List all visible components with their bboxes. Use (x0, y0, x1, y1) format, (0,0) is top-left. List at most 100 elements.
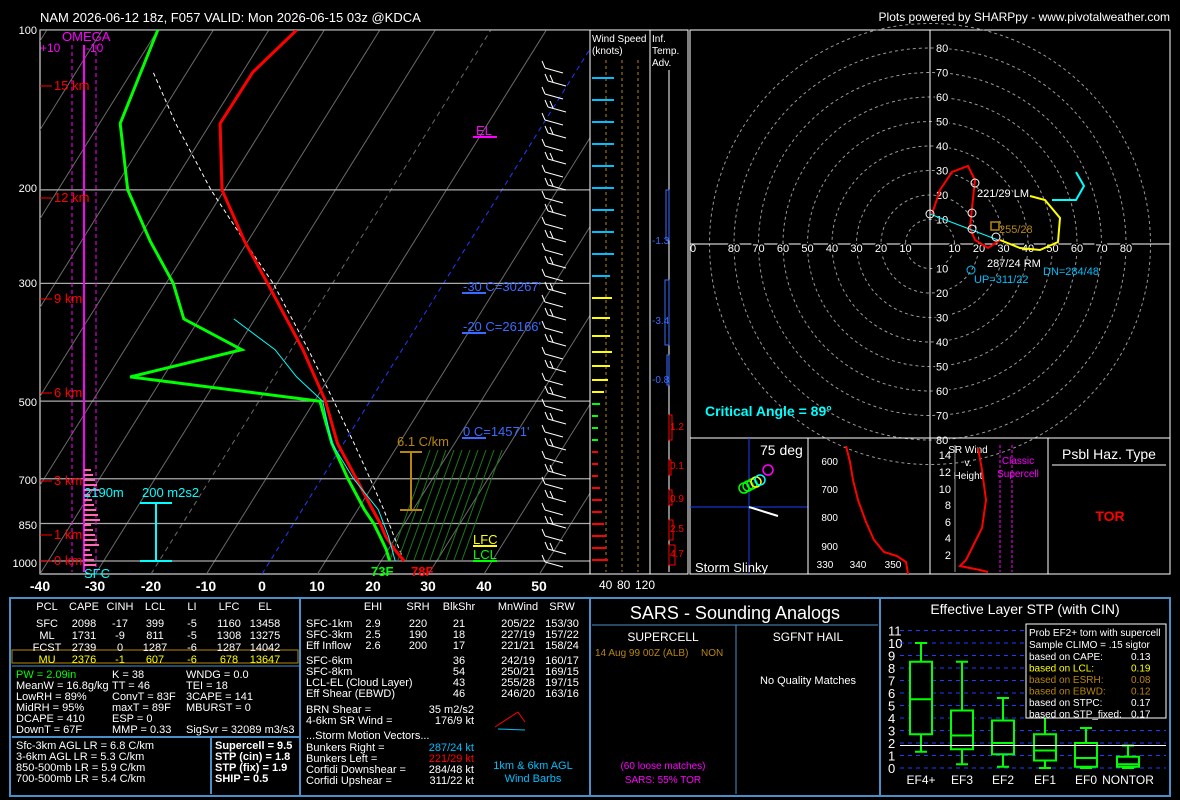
srwind-title: Height (954, 471, 983, 482)
temp-label: 50 (531, 578, 547, 594)
wind-barb (541, 502, 564, 516)
omega-minus-tick: -10 (86, 41, 104, 55)
temp-label: -40 (30, 578, 50, 594)
parcel-cell: -6 (187, 642, 197, 654)
kin-row-label: Eff Inflow (306, 640, 351, 652)
wetbulb-profile (233, 318, 396, 562)
sfc-label: SFC (84, 566, 110, 581)
height-label: 3 km (54, 473, 82, 488)
parcel-header: CAPE (69, 601, 99, 613)
srwind-h-label: 2 (945, 550, 951, 562)
kin-header: MnWind (498, 601, 538, 613)
wind-barbs (541, 60, 567, 568)
isotherm-line (483, 403, 590, 574)
parcel-cell: 13647 (250, 654, 281, 666)
temp-advection-panel: Inf. Temp. Adv. -1.3 -3.4 -0.8 1.2 0.1 0… (649, 29, 689, 575)
parcel-cell: -5 (187, 618, 197, 630)
prob-value: 0.12 (1131, 687, 1151, 698)
hodo-ring-label-w: 60 (777, 243, 789, 255)
left-mover-label: 221/29 LM (977, 188, 1029, 200)
adv-value: 0.1 (670, 461, 684, 472)
wind-speed-title: Wind Speed (592, 34, 646, 45)
thermo-value: MMP = 0.33 (112, 724, 171, 736)
prob-label: based on STPC: (1029, 698, 1102, 709)
wind-barb (541, 60, 564, 74)
ws-tick: 120 (635, 578, 655, 592)
thermo-value: SigSvr = 32089 m3/s3 (186, 724, 295, 736)
barb-label: Wind Barbs (505, 773, 562, 785)
parcel-cell: MU (38, 654, 55, 666)
temp-label: 0 (258, 578, 266, 594)
parcel-cell: 1287 (143, 642, 167, 654)
wind-barb (541, 216, 564, 230)
hodo-ring-label-w: 20 (875, 243, 887, 255)
hodo-ring-label-s: 50 (936, 362, 948, 374)
parcel-cell: -1 (115, 654, 125, 666)
pressure-label: 700 (19, 475, 37, 487)
hodo-ring-label-s: 60 (936, 386, 948, 398)
bottom-tables: PCL CAPE CINH LCL LI LFC EL SFC 2098 -17 399 -5 1160… (9, 597, 591, 797)
srwind-title: v. (964, 458, 971, 469)
iso-label-minus20: -20 C=26166' (463, 319, 541, 334)
hodo-ring-label-w: 70 (752, 243, 764, 255)
hazard-value: TOR (1095, 508, 1124, 524)
prob-value: 0.08 (1131, 675, 1151, 686)
isotherm-line (150, 30, 492, 574)
sr-wind-panel: SR Wind v. Height Classic Supercell 14 1… (929, 437, 1049, 575)
kin-header: SRH (406, 601, 429, 613)
parcel-header: CINH (107, 601, 134, 613)
wind-barb (544, 255, 567, 269)
temp-label: 20 (365, 578, 381, 594)
prob-climo: Sample CLIMO = .15 sigtor (1029, 640, 1151, 651)
hodo-ring-label-s: 40 (936, 337, 948, 349)
hodo-ring-label-s: 10 (936, 264, 948, 276)
pressure-label: 1000 (13, 558, 37, 570)
dewpoint-profile (118, 30, 392, 562)
thermo-indices: PW = 2.09inMeanW = 16.8g/kgLowRH = 89%Mi… (16, 669, 295, 785)
wind-barb (541, 528, 564, 542)
stp-category: EF3 (951, 773, 973, 787)
kin-header: EHI (364, 601, 382, 613)
temp-label: -20 (141, 578, 161, 594)
hodo-ring-label-w: 10 (899, 243, 911, 255)
header-title: NAM 2026-06-12 18z, F057 VALID: Mon 2026… (40, 10, 421, 25)
lapse-rate-label: 6.1 C/km (397, 434, 449, 449)
hodo-ring-label-e: 30 (997, 243, 1009, 255)
sars-match-type: NON (701, 648, 723, 659)
slinky-circle (762, 464, 774, 476)
ws-tick: 80 (617, 578, 631, 592)
sfc-temperature: 78F (411, 564, 433, 579)
isotherm-line (428, 314, 590, 574)
hodo-ring-label-w: 40 (826, 243, 838, 255)
upshear-label: UP=311/22 (974, 274, 1029, 286)
height-label: 15 km (54, 78, 89, 93)
theta-e-panel: 600 700 800 900 330 340 350 (807, 437, 931, 575)
lcl-label: LCL (473, 547, 497, 562)
prob-label: based on CAPE: (1029, 652, 1103, 663)
sars-panel: SARS - Sounding Analogs SUPERCELL SGFNT … (589, 597, 881, 797)
sars-hail-title: SGFNT HAIL (773, 630, 844, 644)
prob-value: 0.17 (1131, 710, 1151, 721)
parcel-cell: 1287 (217, 642, 241, 654)
parcel-cell: 14042 (250, 642, 281, 654)
lapse-hatch (397, 449, 439, 561)
hodo-ring-label-e: 10 (948, 243, 960, 255)
pressure-label: 100 (19, 25, 37, 37)
srwind-h-label: 12 (939, 467, 951, 479)
wind-barb (544, 385, 567, 399)
pressure-label: 200 (19, 183, 37, 195)
parcel-cell: 678 (220, 654, 238, 666)
parcel-cell: 811 (146, 630, 164, 642)
parcel-cell: -17 (112, 618, 128, 630)
adv-value: 0.9 (670, 494, 684, 505)
wind-barb (544, 177, 567, 191)
sfc-dewpoint: 73F (371, 564, 393, 579)
wind-barb (544, 463, 567, 477)
inf-title: Adv. (652, 58, 671, 69)
kin-cell: 221/21 (501, 640, 535, 652)
slinky-circles (738, 464, 774, 494)
sars-supercell-title: SUPERCELL (627, 630, 699, 644)
srwind-h-label: 4 (945, 533, 951, 545)
right-mover-label: 287/24 RM (987, 258, 1041, 270)
stp-panel: Effective Layer STP (with CIN) 012345678… (879, 597, 1171, 797)
